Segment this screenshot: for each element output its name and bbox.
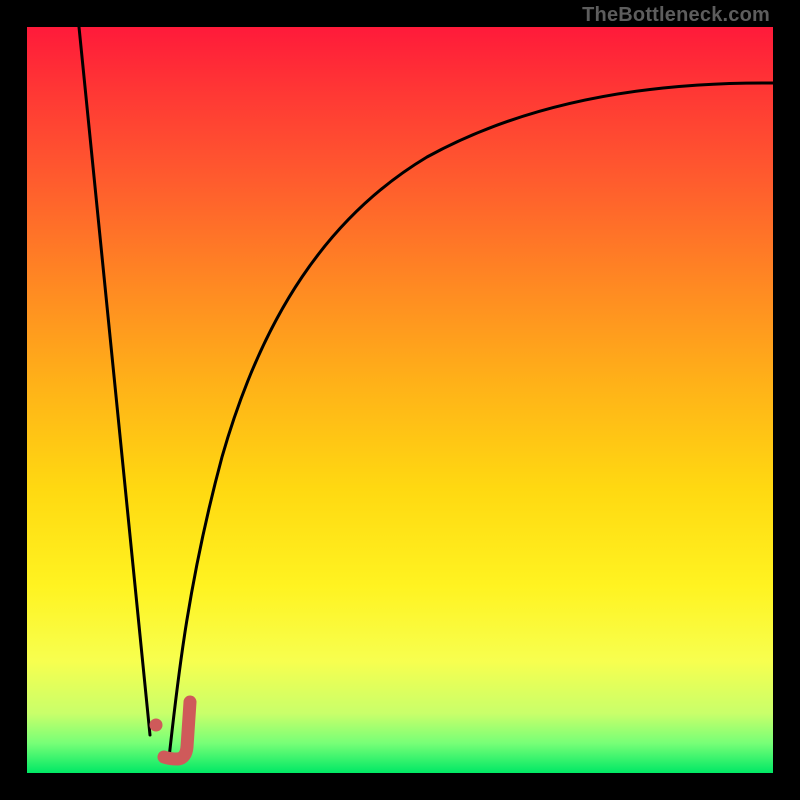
plot-area <box>27 27 773 773</box>
right-rising-curve <box>169 83 773 758</box>
chart-frame: TheBottleneck.com <box>0 0 800 800</box>
j-marker-stroke <box>164 702 190 759</box>
left-falling-line <box>79 27 150 735</box>
watermark-text: TheBottleneck.com <box>582 4 770 27</box>
j-marker-dot <box>150 719 163 732</box>
curves-layer <box>27 27 773 773</box>
